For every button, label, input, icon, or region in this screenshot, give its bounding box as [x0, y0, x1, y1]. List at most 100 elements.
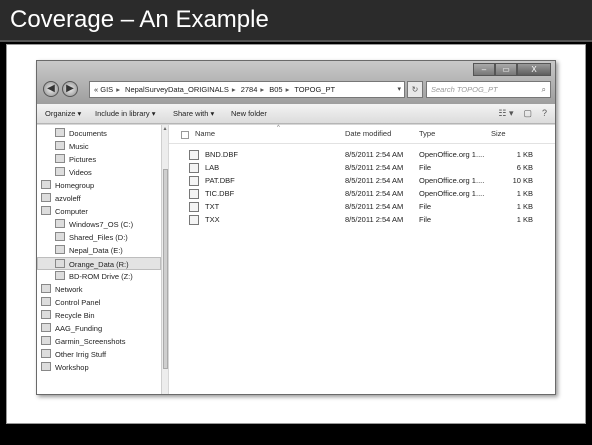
organize-button[interactable]: Organize ▾ — [45, 109, 81, 118]
file-icon — [189, 215, 199, 225]
address-dropdown-icon[interactable]: ▾ — [397, 82, 401, 97]
select-all-checkbox[interactable] — [181, 131, 189, 139]
crumb-separator: ▸ — [231, 85, 236, 94]
nav-item-drive-d[interactable]: Shared_Files (D:) — [55, 231, 128, 244]
nav-item-control-panel[interactable]: Control Panel — [41, 296, 100, 309]
nav-item-homegroup[interactable]: Homegroup — [41, 179, 94, 192]
include-in-library-button[interactable]: Include in library ▾ — [95, 109, 155, 118]
file-size: 1 KB — [516, 150, 533, 159]
file-size: 1 KB — [516, 215, 533, 224]
folder-icon — [41, 323, 51, 332]
share-with-button[interactable]: Share with ▾ — [173, 109, 214, 118]
file-name: LAB — [205, 163, 220, 172]
search-input[interactable]: Search TOPOG_PT ⌕ — [426, 81, 551, 98]
file-type: OpenOffice.org 1.... — [419, 150, 485, 159]
crumb-separator: ▸ — [260, 85, 265, 94]
nav-item-computer[interactable]: Computer — [41, 205, 88, 218]
address-bar[interactable]: « GIS ▸ NepalSurveyData_ORIGINALS ▸ 2784 ▸ … — [89, 81, 405, 98]
drive-icon — [55, 245, 65, 254]
window-frame: – ▭ X ◀ ▶ « GIS ▸ NepalSurveyData_ORIGINA… — [37, 61, 555, 104]
music-icon — [55, 141, 65, 150]
forward-button[interactable]: ▶ — [62, 81, 78, 97]
refresh-icon[interactable]: ↻ — [407, 81, 423, 98]
nav-item-workshop[interactable]: Workshop — [41, 361, 89, 374]
control-panel-icon — [41, 297, 51, 306]
file-date: 8/5/2011 2:54 AM — [345, 215, 404, 224]
maximize-button[interactable]: ▭ — [495, 63, 517, 76]
recycle-bin-icon — [41, 310, 51, 319]
folder-icon — [41, 336, 51, 345]
nav-item-drive-r[interactable]: Orange_Data (R:) — [37, 257, 161, 270]
table-row[interactable]: PAT.DBF 8/5/2011 2:54 AM OpenOffice.org … — [169, 174, 555, 187]
file-name: BND.DBF — [205, 150, 238, 159]
dbf-file-icon — [189, 176, 199, 186]
close-button[interactable]: X — [517, 63, 551, 76]
nav-item-music[interactable]: Music — [55, 140, 89, 153]
toolbar-icons: ☷ ▾ ▢ ? — [498, 108, 547, 119]
back-button[interactable]: ◀ — [43, 81, 59, 97]
nav-item-garmin[interactable]: Garmin_Screenshots — [41, 335, 125, 348]
file-size: 1 KB — [516, 189, 533, 198]
change-view-icon[interactable]: ☷ ▾ — [498, 108, 513, 119]
nav-scrollbar[interactable]: ▴ — [161, 125, 168, 394]
table-row[interactable]: TXX 8/5/2011 2:54 AM File 1 KB — [169, 213, 555, 226]
file-icon — [189, 202, 199, 212]
nav-item-aag-funding[interactable]: AAG_Funding — [41, 322, 102, 335]
slide-title: Coverage – An Example — [10, 6, 269, 33]
slide-content: – ▭ X ◀ ▶ « GIS ▸ NepalSurveyData_ORIGINA… — [6, 44, 586, 424]
nav-item-pictures[interactable]: Pictures — [55, 153, 96, 166]
file-type: File — [419, 215, 432, 224]
help-icon[interactable]: ? — [542, 108, 547, 119]
address-overflow[interactable]: « — [94, 85, 98, 94]
crumb-nepalsurvey[interactable]: NepalSurveyData_ORIGINALS — [125, 85, 229, 94]
file-list: Name ^ Date modified Type Size BND.DBF 8… — [169, 125, 555, 394]
drive-icon — [55, 232, 65, 241]
nav-item-recycle-bin[interactable]: Recycle Bin — [41, 309, 95, 322]
column-type[interactable]: Type — [419, 129, 435, 138]
file-size: 6 KB — [516, 163, 533, 172]
videos-icon — [55, 167, 65, 176]
file-type: OpenOffice.org 1.... — [419, 189, 485, 198]
file-name: TIC.DBF — [205, 189, 235, 198]
column-date-modified[interactable]: Date modified — [345, 129, 391, 138]
dbf-file-icon — [189, 189, 199, 199]
nav-item-drive-e[interactable]: Nepal_Data (E:) — [55, 244, 123, 257]
table-row[interactable]: TIC.DBF 8/5/2011 2:54 AM OpenOffice.org … — [169, 187, 555, 200]
slide: Coverage – An Example – ▭ X ◀ ▶ « GIS ▸ N… — [0, 0, 592, 445]
slide-bottom-band — [0, 426, 592, 445]
file-size: 1 KB — [516, 202, 533, 211]
column-size[interactable]: Size — [491, 129, 506, 138]
column-name[interactable]: Name — [195, 129, 215, 138]
documents-icon — [55, 128, 65, 137]
nav-item-documents[interactable]: Documents — [55, 127, 107, 140]
nav-item-user[interactable]: azvoleff — [41, 192, 81, 205]
crumb-b05[interactable]: B05 — [269, 85, 282, 94]
table-row[interactable]: TXT 8/5/2011 2:54 AM File 1 KB — [169, 200, 555, 213]
preview-pane-icon[interactable]: ▢ — [523, 108, 532, 119]
navigation-pane: Documents Music Pictures Videos Homegrou… — [37, 125, 167, 394]
nav-item-network[interactable]: Network — [41, 283, 83, 296]
crumb-2784[interactable]: 2784 — [241, 85, 258, 94]
command-bar: Organize ▾ Include in library ▾ Share wi… — [37, 104, 555, 124]
file-type: File — [419, 202, 432, 211]
nav-item-drive-c[interactable]: Windows7_OS (C:) — [55, 218, 133, 231]
file-size: 10 KB — [512, 176, 533, 185]
user-folder-icon — [41, 193, 51, 202]
crumb-separator: ▸ — [285, 85, 290, 94]
search-icon[interactable]: ⌕ — [542, 82, 546, 97]
minimize-button[interactable]: – — [473, 63, 495, 76]
new-folder-button[interactable]: New folder — [231, 109, 267, 118]
table-row[interactable]: BND.DBF 8/5/2011 2:54 AM OpenOffice.org … — [169, 148, 555, 161]
file-date: 8/5/2011 2:54 AM — [345, 202, 404, 211]
scroll-up-icon[interactable]: ▴ — [162, 125, 168, 132]
table-row[interactable]: LAB 8/5/2011 2:54 AM File 6 KB — [169, 161, 555, 174]
crumb-topog-pt[interactable]: TOPOG_PT — [294, 85, 335, 94]
drive-icon — [55, 219, 65, 228]
crumb-gis[interactable]: GIS — [100, 85, 113, 94]
nav-item-videos[interactable]: Videos — [55, 166, 92, 179]
nav-item-other-irrig[interactable]: Other Irrig Stuff — [41, 348, 106, 361]
nav-item-drive-z[interactable]: BD-ROM Drive (Z:) — [55, 270, 133, 283]
scrollbar-thumb[interactable] — [163, 169, 168, 369]
folder-icon — [41, 349, 51, 358]
pictures-icon — [55, 154, 65, 163]
